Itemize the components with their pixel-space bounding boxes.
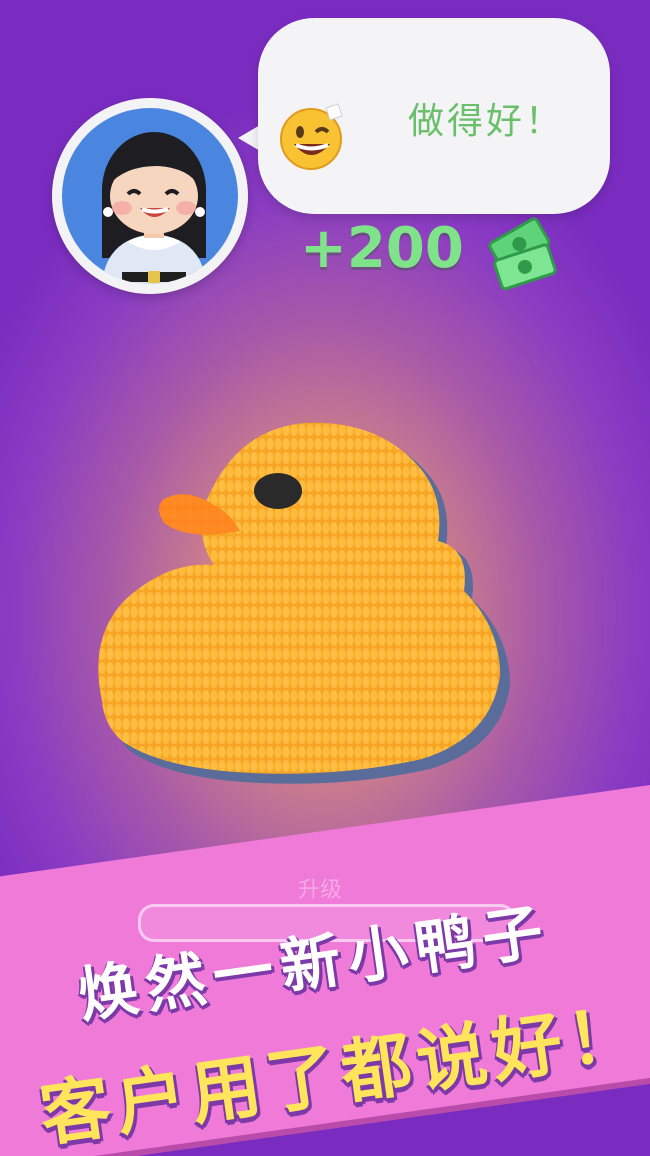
- customer-avatar-image: [62, 108, 238, 284]
- cash-bills-icon: [488, 217, 557, 291]
- customer-girl-icon: [102, 132, 206, 284]
- speech-text: 做得好！: [408, 101, 565, 142]
- upgrade-label: 升级: [298, 878, 343, 903]
- customer-avatar: [52, 98, 248, 294]
- winking-face-emoji-icon: [280, 103, 343, 170]
- reward-amount: +200: [300, 216, 464, 281]
- knitted-duck-item[interactable]: [90, 395, 520, 795]
